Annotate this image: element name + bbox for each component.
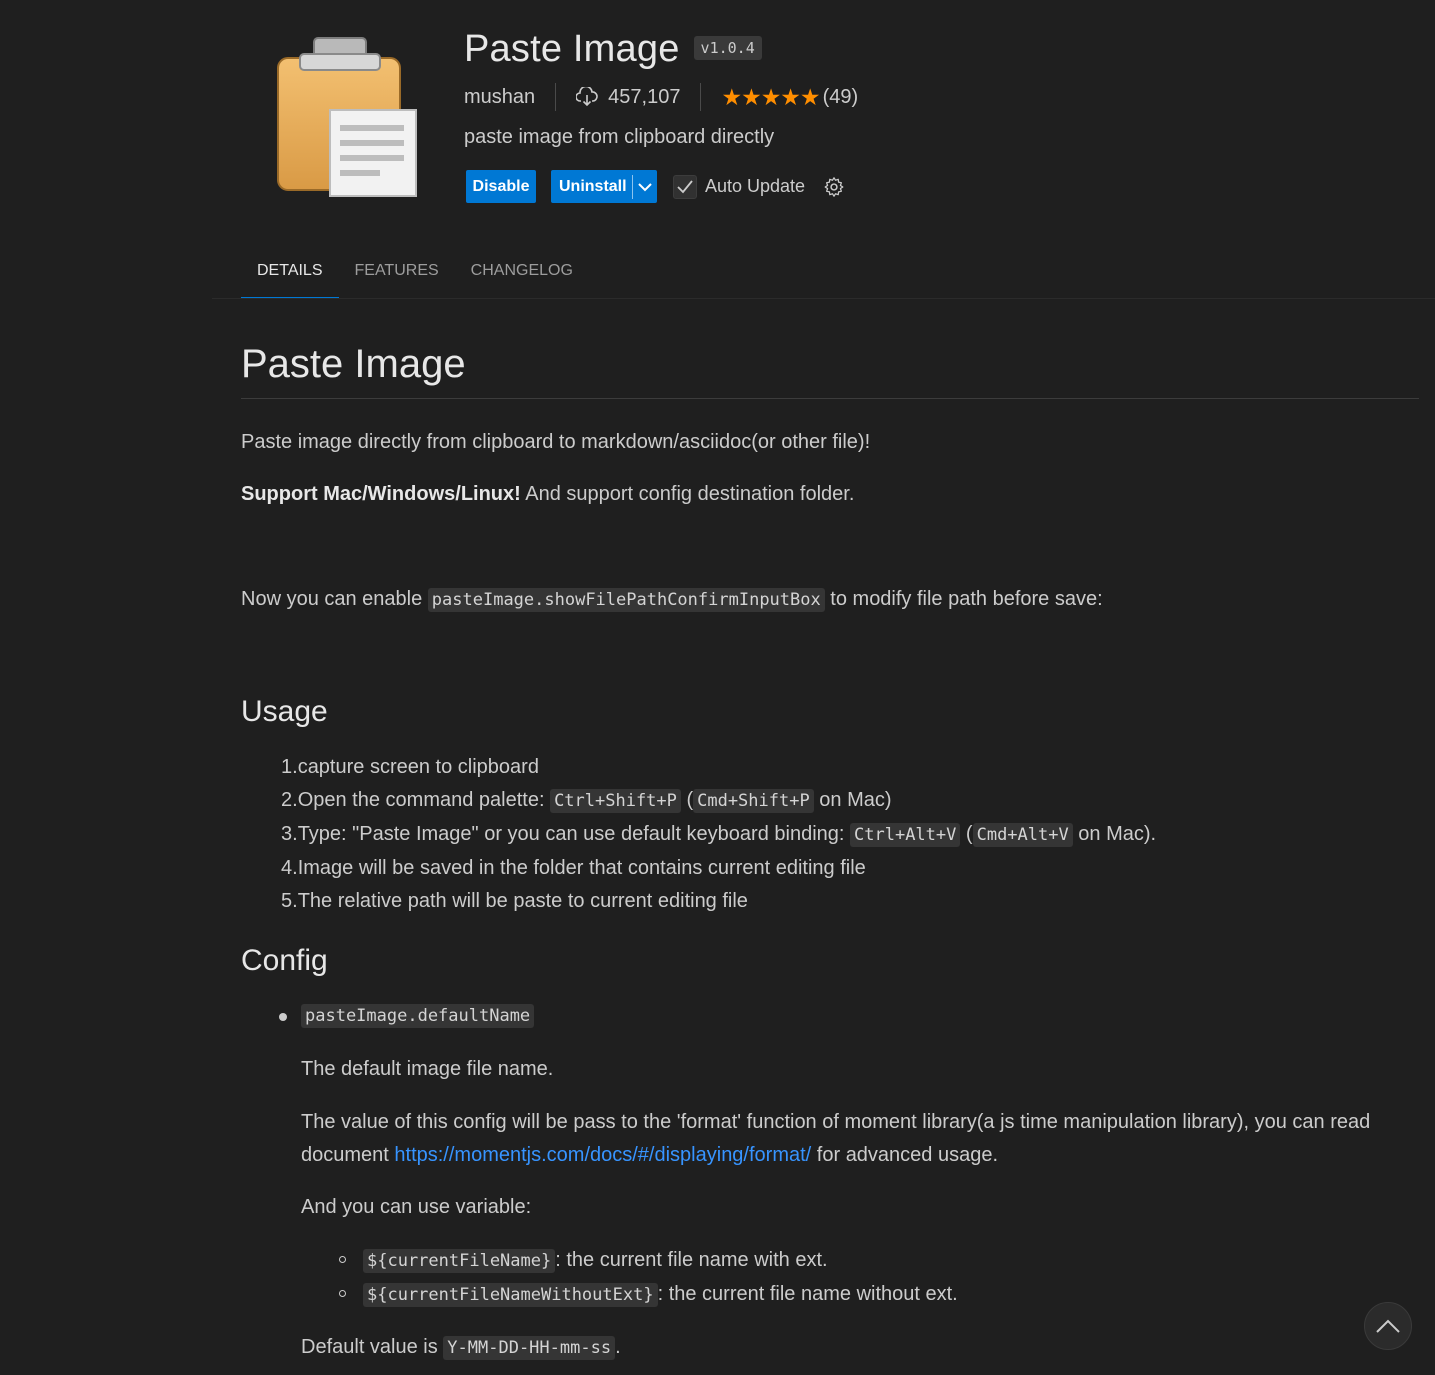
bullet-icon	[279, 1013, 287, 1021]
inline-code: pasteImage.defaultName	[301, 1004, 535, 1028]
text: capture screen to clipboard	[297, 756, 539, 778]
support-bold-text: Support Mac/Windows/Linux!	[241, 483, 521, 505]
text: for advanced usage.	[811, 1144, 999, 1166]
text: Default value is	[301, 1336, 444, 1358]
gear-icon[interactable]	[823, 176, 845, 198]
config-default-value: Default value is Y-MM-DD-HH-mm-ss.	[301, 1336, 621, 1360]
uninstall-label: Uninstall	[559, 177, 627, 195]
text: Image will be saved in the folder that c…	[297, 857, 866, 879]
version-badge: v1.0.4	[693, 35, 762, 60]
extension-header: Paste Image v1.0.4 mushan 457,107 ★★★★★ …	[0, 0, 1435, 300]
star-rating-icon: ★★★★★	[721, 83, 820, 110]
text: document	[301, 1144, 395, 1166]
meta-separator	[555, 83, 557, 111]
text: (	[680, 789, 694, 811]
text: Type: "Paste Image" or you can use defau…	[297, 823, 851, 845]
tab-features[interactable]: FEATURES	[339, 262, 455, 298]
chevron-up-icon	[1376, 1319, 1400, 1333]
rating-count: (49)	[822, 85, 859, 108]
text: on Mac).	[1072, 823, 1157, 845]
auto-update-checkbox[interactable]	[673, 174, 697, 199]
chevron-down-icon[interactable]	[633, 181, 657, 193]
bullet-icon	[339, 1290, 346, 1297]
bullet-icon	[339, 1256, 346, 1263]
list-item: ${currentFileName}: the current file nam…	[363, 1249, 828, 1273]
text: (	[960, 823, 973, 845]
list-item: 4. Image will be saved in the folder tha…	[281, 857, 866, 879]
text: : the current file name with ext.	[555, 1249, 828, 1271]
publisher-link[interactable]: mushan	[464, 86, 535, 109]
auto-update-label: Auto Update	[705, 176, 806, 196]
text: to modify file path before save:	[824, 588, 1103, 610]
config-heading: Config	[241, 944, 328, 977]
support-text: And support config destination folder.	[520, 483, 855, 505]
cloud-download-icon	[576, 87, 598, 107]
readme-title: Paste Image	[241, 342, 466, 386]
config-format-desc: The value of this config will be pass to…	[301, 1111, 1371, 1133]
list-item: ${currentFileNameWithoutExt}: the curren…	[363, 1283, 958, 1307]
list-item: 3. Type: "Paste Image" or you can use de…	[281, 823, 1157, 847]
scroll-to-top-button[interactable]	[1364, 1302, 1412, 1350]
tab-bar: DETAILS FEATURES CHANGELOG	[241, 262, 589, 298]
inline-code: Ctrl+Alt+V	[850, 823, 961, 847]
inline-code: ${currentFileNameWithoutExt}	[363, 1283, 658, 1307]
install-count-value: 457,107	[608, 85, 681, 108]
text: : the current file name without ext.	[657, 1283, 958, 1305]
readme-support: Support Mac/Windows/Linux! And support c…	[241, 483, 854, 506]
meta-separator	[700, 83, 702, 111]
tab-details[interactable]: DETAILS	[241, 262, 339, 298]
check-icon	[677, 179, 693, 193]
extension-title: Paste Image	[464, 28, 680, 70]
config-variables-intro: And you can use variable:	[301, 1196, 532, 1218]
list-item: 1. capture screen to clipboard	[281, 756, 539, 778]
text: Open the command palette:	[297, 789, 551, 811]
list-item: 2. Open the command palette: Ctrl+Shift+…	[281, 789, 892, 813]
readme-intro: Paste image directly from clipboard to m…	[241, 431, 871, 453]
tabs-divider	[212, 298, 1435, 299]
config-key: pasteImage.defaultName	[301, 1004, 535, 1028]
title-divider	[241, 398, 1419, 399]
text: The relative path will be paste to curre…	[297, 890, 748, 912]
clipboard-icon	[277, 37, 417, 197]
text: .	[615, 1336, 621, 1358]
install-count: 457,107	[576, 86, 680, 109]
uninstall-button[interactable]: Uninstall	[551, 170, 657, 203]
inline-code: Cmd+Alt+V	[972, 823, 1073, 847]
inline-code: pasteImage.showFilePathConfirmInputBox	[427, 588, 825, 612]
inline-code: Y-MM-DD-HH-mm-ss	[443, 1336, 616, 1360]
readme-confirm-input: Now you can enable pasteImage.showFilePa…	[241, 588, 1103, 612]
text: Now you can enable	[241, 588, 428, 610]
rating[interactable]: ★★★★★ (49)	[721, 84, 858, 111]
inline-code: Ctrl+Shift+P	[550, 789, 681, 813]
momentjs-link[interactable]: https://momentjs.com/docs/#/displaying/f…	[394, 1144, 811, 1166]
list-item: 5. The relative path will be paste to cu…	[281, 890, 748, 912]
inline-code: ${currentFileName}	[363, 1249, 556, 1273]
config-format-doc: document https://momentjs.com/docs/#/dis…	[301, 1144, 998, 1167]
tab-changelog[interactable]: CHANGELOG	[455, 262, 589, 298]
disable-button[interactable]: Disable	[466, 170, 536, 203]
text: on Mac)	[813, 789, 892, 811]
extension-description: paste image from clipboard directly	[464, 126, 775, 148]
auto-update-toggle[interactable]: Auto Update	[673, 174, 806, 199]
usage-heading: Usage	[241, 695, 328, 728]
config-desc: The default image file name.	[301, 1058, 554, 1080]
inline-code: Cmd+Shift+P	[693, 789, 814, 813]
